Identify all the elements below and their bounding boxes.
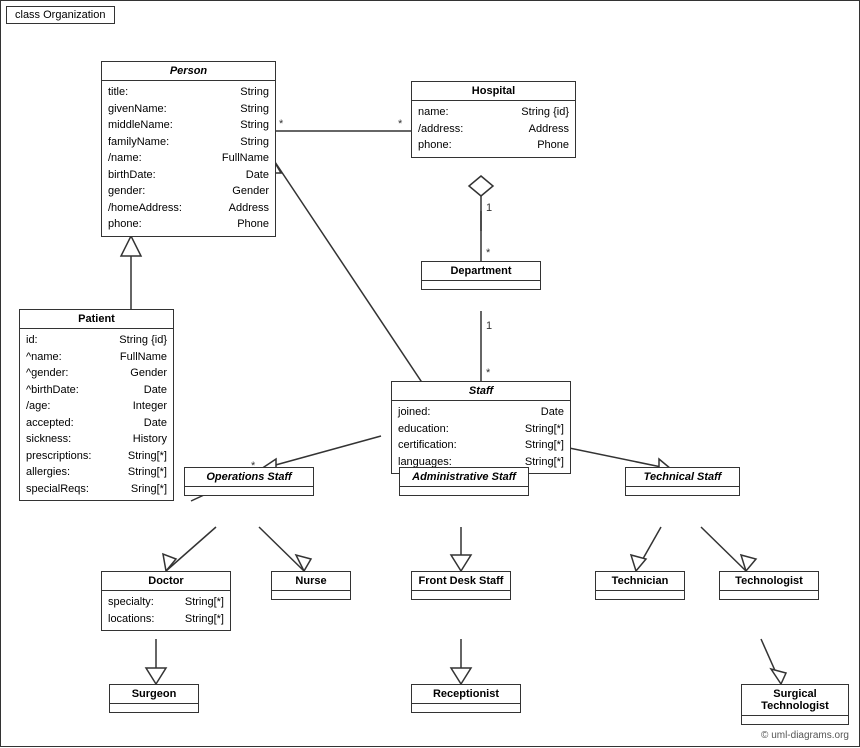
doctor-title: Doctor (102, 572, 230, 591)
staff-class: Staff joined:Date education:String[*] ce… (391, 381, 571, 474)
svg-text:*: * (486, 367, 491, 379)
patient-class: Patient id:String {id} ^name:FullName ^g… (19, 309, 174, 501)
operations-staff-title: Operations Staff (185, 468, 313, 487)
front-desk-staff-title: Front Desk Staff (412, 572, 510, 591)
surgical-technologist-class: Surgical Technologist (741, 684, 849, 725)
doctor-attrs: specialty:String[*] locations:String[*] (102, 591, 230, 630)
hospital-class: Hospital name:String {id} /address:Addre… (411, 81, 576, 158)
svg-text:1: 1 (486, 202, 492, 214)
department-title: Department (422, 262, 540, 281)
receptionist-title: Receptionist (412, 685, 520, 704)
staff-attrs: joined:Date education:String[*] certific… (392, 401, 570, 473)
surgeon-title: Surgeon (110, 685, 198, 704)
doctor-class: Doctor specialty:String[*] locations:Str… (101, 571, 231, 631)
nurse-class: Nurse (271, 571, 351, 600)
surgeon-class: Surgeon (109, 684, 199, 713)
svg-text:*: * (486, 247, 491, 259)
svg-text:1: 1 (486, 320, 492, 332)
administrative-staff-class: Administrative Staff (399, 467, 529, 496)
nurse-title: Nurse (272, 572, 350, 591)
technical-staff-class: Technical Staff (625, 467, 740, 496)
technologist-title: Technologist (720, 572, 818, 591)
person-attrs: title:String givenName:String middleName… (102, 81, 275, 236)
operations-staff-class: Operations Staff (184, 467, 314, 496)
technician-title: Technician (596, 572, 684, 591)
patient-title: Patient (20, 310, 173, 329)
svg-text:*: * (398, 118, 403, 130)
administrative-staff-title: Administrative Staff (400, 468, 528, 487)
uml-diagram: class Organization * * 1 * 1 * * * (0, 0, 860, 747)
department-attrs (422, 281, 540, 289)
technician-class: Technician (595, 571, 685, 600)
surgical-technologist-title: Surgical Technologist (742, 685, 848, 716)
patient-attrs: id:String {id} ^name:FullName ^gender:Ge… (20, 329, 173, 500)
svg-text:*: * (279, 118, 284, 130)
hospital-attrs: name:String {id} /address:Address phone:… (412, 101, 575, 157)
technologist-class: Technologist (719, 571, 819, 600)
department-class: Department (421, 261, 541, 290)
hospital-title: Hospital (412, 82, 575, 101)
person-class: Person title:String givenName:String mid… (101, 61, 276, 237)
diagram-title: class Organization (6, 6, 115, 24)
receptionist-class: Receptionist (411, 684, 521, 713)
copyright: © uml-diagrams.org (761, 730, 849, 741)
staff-title: Staff (392, 382, 570, 401)
front-desk-staff-class: Front Desk Staff (411, 571, 511, 600)
technical-staff-title: Technical Staff (626, 468, 739, 487)
person-title: Person (102, 62, 275, 81)
